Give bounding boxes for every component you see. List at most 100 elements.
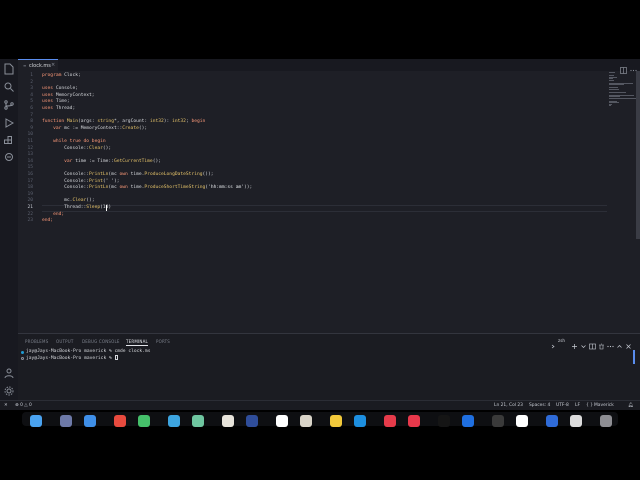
code-token: own [119,172,131,177]
code-line[interactable]: Console::PrintLn(mc own time.ProduceShor… [42,185,252,192]
terminal-prompt-line[interactable]: jay@Jays-MacBook-Pro maverick % [26,355,118,362]
xcode-dock-icon[interactable] [462,415,474,427]
editor-scrollbar[interactable] [636,71,640,239]
line-number: 21 [27,205,33,210]
calendar-dock-icon[interactable] [276,415,288,427]
preview-dock-icon[interactable] [570,415,582,427]
editor-tab-clock[interactable]: ≡ clock.ms × [18,59,58,71]
code-line[interactable]: uses Time; [42,99,70,106]
code-area[interactable]: program Clock; uses Console; uses MemoryCo… [42,71,602,333]
tab-output[interactable]: OUTPUT [56,339,74,344]
code-token: while true do begin [53,139,106,144]
code-line[interactable]: function Main(args: string*, argCount: i… [42,119,205,126]
launchpad-dock-icon[interactable] [60,415,72,427]
tab-ports[interactable]: PORTS [156,339,170,344]
safari-dock-icon[interactable] [84,415,96,427]
maps-dock-icon[interactable] [192,415,204,427]
code-token: mc := MemoryContext:: [64,125,123,131]
code-token: (); [152,158,161,164]
minimap-line [609,88,619,90]
code-token: program [42,73,65,78]
encoding[interactable]: UTF-8 [556,403,569,408]
trash-icon[interactable] [598,337,605,350]
add-terminal-icon[interactable] [571,337,578,349]
code-token: (); [102,145,112,151]
photos-dock-icon[interactable] [222,415,234,427]
line-number: 8 [30,119,33,125]
notes-dock-icon[interactable] [330,415,342,427]
terminal-shell-label[interactable]: zsh [558,338,565,343]
code-line[interactable]: var time := Time::GetCurrentTime(); [42,159,161,166]
terminal-scrollbar[interactable] [633,350,635,364]
minimap-line [609,79,614,81]
minimap-line [609,91,627,93]
more-actions-icon[interactable] [607,337,614,348]
code-token: Create [122,125,139,131]
extensions-icon[interactable] [3,135,15,147]
messages-dock-icon[interactable] [138,415,150,427]
code-line[interactable]: Thread::Sleep(10) [42,205,111,212]
text-caret [106,205,108,212]
contacts-dock-icon[interactable] [300,415,312,427]
tab-problems[interactable]: PROBLEMS [25,339,48,344]
code-token: Thread; [55,106,76,111]
cursor-position[interactable]: Ln 21, Col 23 [494,403,523,408]
status-bar: ✕ ⊗ 0 △ 0 Ln 21, Col 23 Spaces: 4 UTF-8 … [0,400,640,410]
code-token: (args: [77,119,98,125]
end-of-line[interactable]: LF [575,403,580,408]
more-actions-icon[interactable] [630,61,637,72]
line-number: 16 [27,172,33,177]
trash-dock-icon[interactable] [600,415,612,427]
code-line[interactable]: var mc := MemoryContext::Create(); [42,126,147,133]
code-token: Thread:: [42,205,87,210]
code-token: Console:: [42,145,90,151]
code-line[interactable]: Console::PrintLn(mc own time.ProduceLong… [42,172,213,179]
chevron-down-icon[interactable] [580,337,587,348]
code-line[interactable]: while true do begin [42,139,106,146]
finder-dock-icon[interactable] [30,415,42,427]
textedit-dock-icon[interactable] [516,415,528,427]
notifications-icon[interactable]: 🔔︎ [628,403,634,408]
tab-terminal[interactable]: TERMINAL [126,339,148,346]
language-mode[interactable]: Maverick [594,403,614,408]
close-icon[interactable]: × [51,62,55,68]
code-editor[interactable]: 1 2 3 4 5 6 7 8 9 10 11 12 13 14 15 16 17 18 19 20 21 22 23 pr… [18,71,640,333]
explorer-icon[interactable] [3,63,15,75]
facetime-dock-icon[interactable] [246,415,258,427]
code-token: ); [113,178,120,184]
remote-indicator-icon[interactable]: ✕ [4,403,8,408]
code-line[interactable]: end; [42,218,53,225]
minimap-line [609,97,639,99]
close-panel-icon[interactable] [625,337,632,349]
tab-debug-console[interactable]: DEBUG CONSOLE [82,339,120,344]
remote-icon[interactable] [3,151,15,163]
vscode-dock-icon[interactable] [546,415,558,427]
split-terminal-icon[interactable] [589,337,596,350]
indentation[interactable]: Spaces: 4 [529,403,550,408]
search-icon[interactable] [3,81,15,93]
podcasts-dock-icon[interactable] [408,415,420,427]
terminal-dock-icon[interactable] [492,415,504,427]
errors-warnings[interactable]: ⊗ 0 △ 0 [15,403,32,408]
split-editor-icon[interactable] [620,61,627,74]
warning-count: 0 [29,403,32,408]
music-dock-icon[interactable] [384,415,396,427]
code-token: begin [191,119,206,125]
source-control-icon[interactable] [3,99,15,111]
code-line[interactable]: program Clock; [42,73,81,80]
code-line[interactable]: uses Thread; [42,106,75,113]
app-dock-icon[interactable] [114,415,126,427]
code-line[interactable]: mc.Clear(); [42,198,94,205]
gear-icon[interactable] [3,385,15,397]
command-success-icon [21,351,24,354]
minimap-line [609,105,611,106]
tv-dock-icon[interactable] [438,415,450,427]
run-debug-icon[interactable] [3,117,15,129]
account-icon[interactable] [3,367,15,379]
code-line[interactable]: uses Console; [42,86,78,93]
code-line[interactable]: Console::Clear(); [42,146,111,153]
maximize-panel-icon[interactable] [616,337,623,348]
appstore-dock-icon[interactable] [354,415,366,427]
mail-dock-icon[interactable] [168,415,180,427]
